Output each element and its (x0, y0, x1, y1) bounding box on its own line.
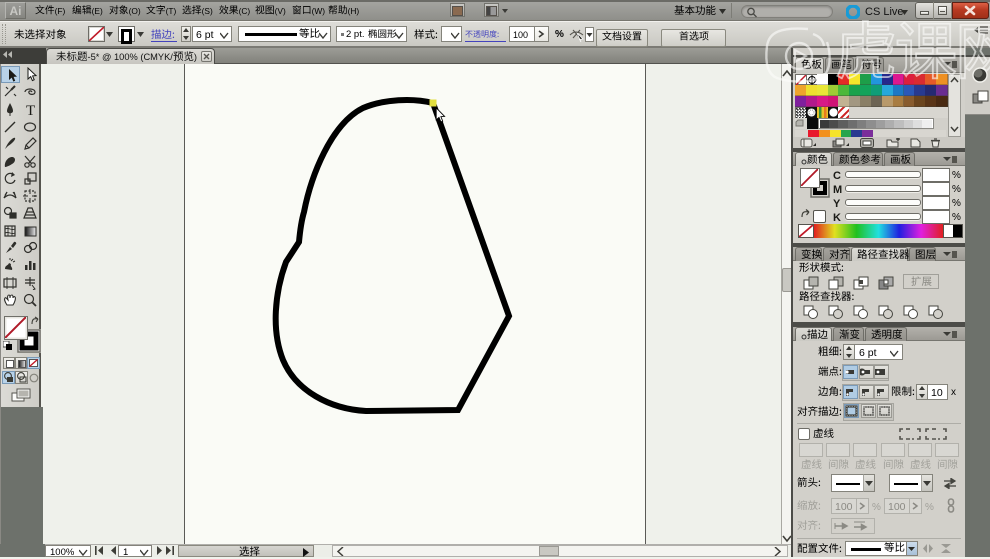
svg-text:T: T (26, 103, 35, 117)
